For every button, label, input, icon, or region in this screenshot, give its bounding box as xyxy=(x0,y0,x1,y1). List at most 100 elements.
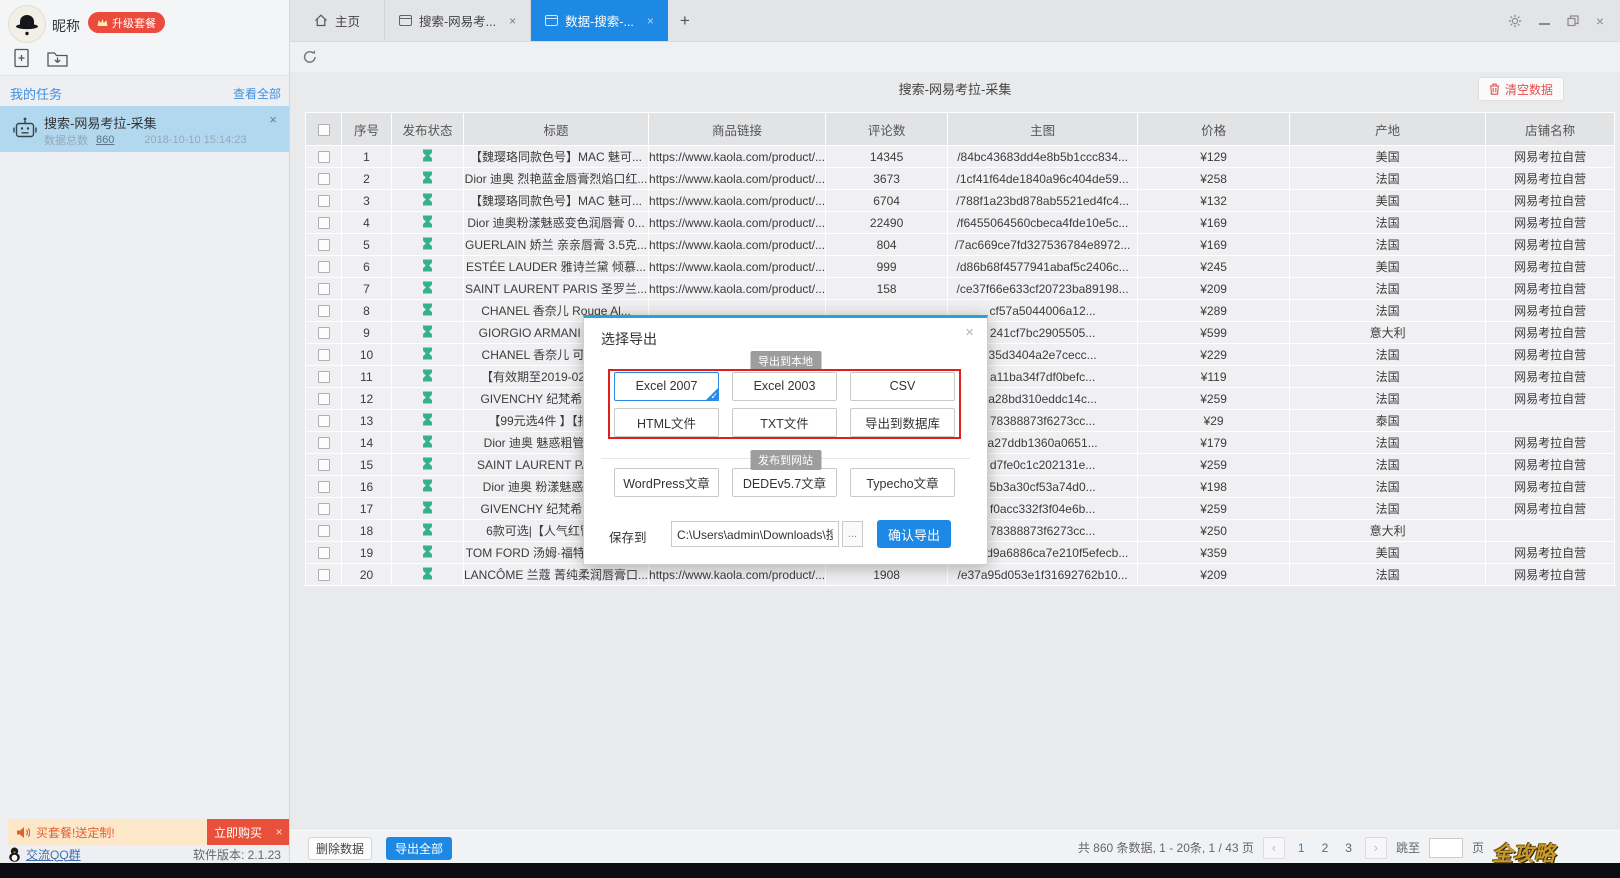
cell-store-name: 网易考拉自营 xyxy=(1486,564,1615,586)
row-checkbox[interactable] xyxy=(318,173,330,185)
row-checkbox[interactable] xyxy=(318,151,330,163)
jump-page-input[interactable] xyxy=(1429,838,1463,858)
save-path-input[interactable] xyxy=(671,521,839,547)
publish-option-typecho[interactable]: Typecho文章 xyxy=(850,468,955,497)
cell-origin: 法国 xyxy=(1290,366,1486,388)
buy-now-button[interactable]: 立即购买 xyxy=(207,819,269,845)
hourglass-icon xyxy=(422,369,433,382)
maximize-button[interactable] xyxy=(1567,15,1579,27)
jump-to-label: 跳至 xyxy=(1396,839,1420,856)
promo-banner: 买套餐!送定制! 立即购买 × xyxy=(8,819,289,845)
prev-page-button[interactable]: ‹ xyxy=(1263,837,1285,859)
row-checkbox[interactable] xyxy=(318,525,330,537)
cell-origin: 法国 xyxy=(1290,454,1486,476)
row-checkbox[interactable] xyxy=(318,437,330,449)
row-checkbox[interactable] xyxy=(318,547,330,559)
close-window-button[interactable]: × xyxy=(1596,13,1604,29)
column-header[interactable]: 店铺名称 xyxy=(1486,113,1615,146)
export-option-csv[interactable]: CSV xyxy=(850,372,955,401)
cell-origin: 美国 xyxy=(1290,190,1486,212)
row-checkbox[interactable] xyxy=(318,261,330,273)
column-header[interactable]: 产地 xyxy=(1290,113,1486,146)
export-all-button[interactable]: 导出全部 xyxy=(386,837,452,860)
hourglass-icon xyxy=(422,479,433,492)
tab-home[interactable]: 主页 xyxy=(290,0,385,41)
cell-publish-status xyxy=(392,212,464,234)
cell-publish-status xyxy=(392,190,464,212)
qq-group-link[interactable]: 交流QQ群 xyxy=(26,846,81,863)
page-number-button[interactable]: 3 xyxy=(1341,841,1356,855)
close-icon[interactable]: × xyxy=(647,14,654,28)
select-all-checkbox[interactable] xyxy=(318,124,330,136)
row-checkbox-cell xyxy=(306,564,342,586)
export-option-excel2007[interactable]: Excel 2007 ✓ xyxy=(614,372,719,401)
tab-data-search[interactable]: 数据-搜索-... × xyxy=(531,0,668,41)
row-checkbox[interactable] xyxy=(318,503,330,515)
column-header[interactable]: 主图 xyxy=(948,113,1138,146)
column-header[interactable]: 评论数 xyxy=(826,113,948,146)
cell-price: ¥258 xyxy=(1138,168,1290,190)
view-all-link[interactable]: 查看全部 xyxy=(233,85,281,102)
row-checkbox[interactable] xyxy=(318,569,330,581)
row-checkbox[interactable] xyxy=(318,195,330,207)
row-checkbox[interactable] xyxy=(318,415,330,427)
export-option-excel2003[interactable]: Excel 2003 xyxy=(732,372,837,401)
row-checkbox[interactable] xyxy=(318,349,330,361)
hourglass-icon xyxy=(422,435,433,448)
export-option-txt[interactable]: TXT文件 xyxy=(732,408,837,437)
export-option-database[interactable]: 导出到数据库 xyxy=(850,408,955,437)
minimize-button[interactable] xyxy=(1539,23,1550,25)
row-checkbox[interactable] xyxy=(318,217,330,229)
close-icon[interactable]: × xyxy=(269,112,277,127)
column-header[interactable]: 价格 xyxy=(1138,113,1290,146)
row-checkbox[interactable] xyxy=(318,239,330,251)
avatar[interactable] xyxy=(8,5,46,43)
export-option-html[interactable]: HTML文件 xyxy=(614,408,719,437)
cell-price: ¥259 xyxy=(1138,454,1290,476)
close-icon[interactable]: × xyxy=(965,324,974,341)
select-all-cell xyxy=(306,113,342,146)
cell-store-name: 网易考拉自营 xyxy=(1486,322,1615,344)
cell-publish-status xyxy=(392,476,464,498)
task-count-value[interactable]: 860 xyxy=(96,134,114,146)
cell-title: SAINT LAURENT PARIS 圣罗兰... xyxy=(464,278,649,300)
local-export-section-label: 导出到本地 xyxy=(750,351,821,371)
page-number-button[interactable]: 2 xyxy=(1318,841,1333,855)
row-checkbox[interactable] xyxy=(318,371,330,383)
column-header[interactable]: 序号 xyxy=(342,113,392,146)
publish-option-dede[interactable]: DEDEv5.7文章 xyxy=(732,468,837,497)
row-checkbox[interactable] xyxy=(318,283,330,295)
next-page-button[interactable]: › xyxy=(1365,837,1387,859)
page-number-button[interactable]: 1 xyxy=(1294,841,1309,855)
row-checkbox[interactable] xyxy=(318,393,330,405)
publish-option-wordpress[interactable]: WordPress文章 xyxy=(614,468,719,497)
clear-data-button[interactable]: 清空数据 xyxy=(1478,77,1564,101)
cell-store-name: 网易考拉自营 xyxy=(1486,212,1615,234)
task-count-label: 数据总数 xyxy=(44,132,88,148)
row-checkbox[interactable] xyxy=(318,305,330,317)
new-task-button[interactable] xyxy=(10,47,32,69)
column-header[interactable]: 发布状态 xyxy=(392,113,464,146)
row-checkbox[interactable] xyxy=(318,459,330,471)
upgrade-package-button[interactable]: 升级套餐 xyxy=(88,12,165,33)
column-header[interactable]: 商品链接 xyxy=(649,113,826,146)
cell-origin: 意大利 xyxy=(1290,322,1486,344)
cell-comment-count: 3673 xyxy=(826,168,948,190)
confirm-export-button[interactable]: 确认导出 xyxy=(877,520,951,548)
tab-search-task[interactable]: 搜索-网易考... × xyxy=(385,0,531,41)
qq-penguin-icon xyxy=(8,847,21,862)
delete-data-button[interactable]: 删除数据 xyxy=(308,837,372,860)
row-checkbox[interactable] xyxy=(318,327,330,339)
task-group-button[interactable] xyxy=(46,47,68,69)
cell-product-link: https://www.kaola.com/product/... xyxy=(649,278,826,300)
column-header[interactable]: 标题 xyxy=(464,113,649,146)
new-tab-button[interactable]: + xyxy=(668,11,702,31)
settings-button[interactable] xyxy=(1508,14,1522,28)
close-icon[interactable]: × xyxy=(509,14,516,28)
hourglass-icon xyxy=(422,545,433,558)
close-icon[interactable]: × xyxy=(269,819,289,845)
refresh-button[interactable] xyxy=(302,49,318,68)
task-item[interactable]: 搜索-网易考拉-采集 × 数据总数 860 2018-10-10 15:14:2… xyxy=(0,106,289,152)
browse-button[interactable]: ... xyxy=(842,521,863,547)
row-checkbox[interactable] xyxy=(318,481,330,493)
